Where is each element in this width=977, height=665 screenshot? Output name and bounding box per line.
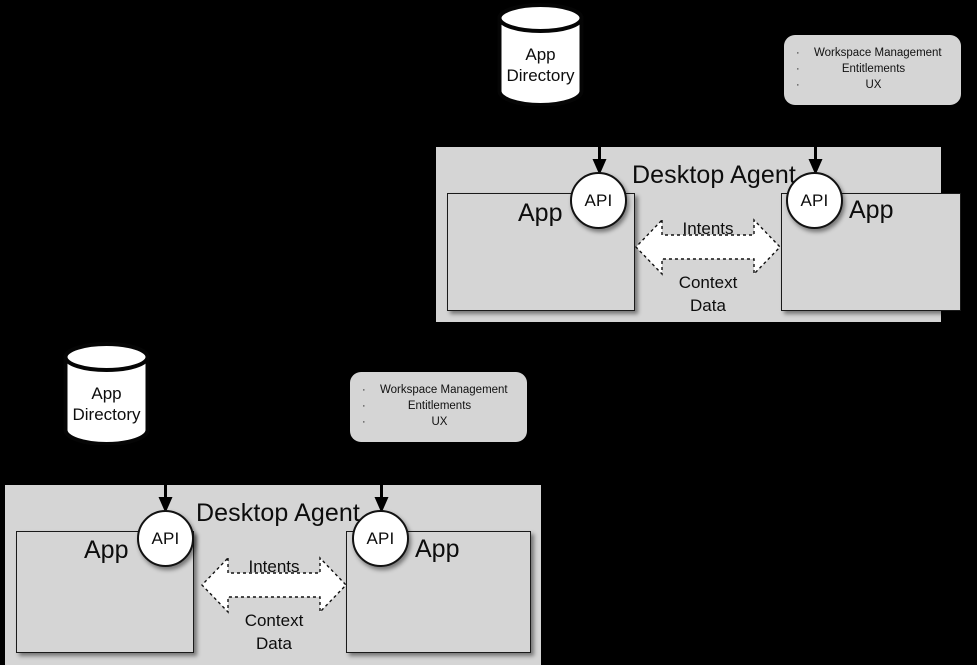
api-label: API: [800, 190, 829, 210]
context-data-label-bottom: Context Data: [198, 609, 350, 655]
bullet-icon: ·: [362, 384, 366, 396]
context-data-label-top: Context Data: [632, 271, 784, 317]
app-label-right-top: App: [849, 196, 894, 224]
api-label: API: [366, 528, 395, 548]
capability-label: UX: [431, 416, 448, 428]
arrow-directory-to-api-top: [591, 105, 608, 175]
app-label-left-bottom: App: [84, 536, 129, 564]
context-line1: Context: [678, 273, 738, 292]
api-label: API: [151, 528, 180, 548]
fdc3-diagram-top: App Directory · Workspace Management · E…: [0, 0, 977, 330]
bullet-icon: ·: [796, 47, 800, 59]
fdc3-diagram-bottom: App Directory · Workspace Management · E…: [0, 335, 977, 665]
bullet-icon: ·: [362, 400, 366, 412]
arrow-down-icon: [374, 445, 389, 513]
api-label: API: [584, 190, 613, 210]
desktop-agent-title-top: Desktop Agent: [632, 161, 796, 189]
arrow-down-icon: [808, 105, 823, 175]
arrow-capabilities-to-api-bottom: [373, 445, 390, 513]
context-line2: Data: [690, 296, 726, 315]
capability-label: Entitlements: [407, 400, 472, 412]
capability-item: · UX: [796, 77, 949, 93]
app-label-right-bottom: App: [415, 535, 460, 563]
api-circle-left-top: API: [570, 172, 627, 229]
context-line2: Data: [256, 634, 292, 653]
bullet-icon: ·: [796, 79, 800, 91]
arrow-directory-to-api-bottom: [157, 445, 174, 513]
cylinder-shape: [63, 342, 150, 446]
capability-label: Workspace Management: [380, 384, 508, 396]
intents-label-top: Intents: [682, 219, 734, 238]
intents-label-bottom: Intents: [248, 557, 300, 576]
capability-label: Entitlements: [841, 63, 906, 75]
capability-item: · UX: [362, 414, 515, 430]
diagram-canvas: App Directory · Workspace Management · E…: [0, 0, 977, 665]
capability-label: UX: [865, 79, 882, 91]
capability-label: Workspace Management: [814, 47, 942, 59]
cylinder-shape: [497, 3, 584, 107]
desktop-agent-title-bottom: Desktop Agent: [196, 499, 360, 527]
arrow-down-icon: [158, 445, 173, 513]
app-directory-cylinder-bottom: App Directory: [63, 342, 150, 446]
capability-item: · Entitlements: [796, 61, 949, 77]
capability-item: · Workspace Management: [796, 45, 949, 61]
app-directory-cylinder-top: App Directory: [497, 3, 584, 107]
capabilities-box-bottom: · Workspace Management · Entitlements · …: [350, 372, 527, 442]
context-line1: Context: [244, 611, 304, 630]
arrow-down-icon: [592, 105, 607, 175]
arrow-capabilities-to-api-top: [807, 105, 824, 175]
capability-item: · Workspace Management: [362, 382, 515, 398]
capability-item: · Entitlements: [362, 398, 515, 414]
bullet-icon: ·: [362, 416, 366, 428]
api-circle-left-bottom: API: [137, 510, 194, 567]
bullet-icon: ·: [796, 63, 800, 75]
api-circle-right-bottom: API: [352, 510, 409, 567]
api-circle-right-top: API: [786, 172, 843, 229]
capabilities-box-top: · Workspace Management · Entitlements · …: [784, 35, 961, 105]
app-label-left-top: App: [518, 199, 563, 227]
